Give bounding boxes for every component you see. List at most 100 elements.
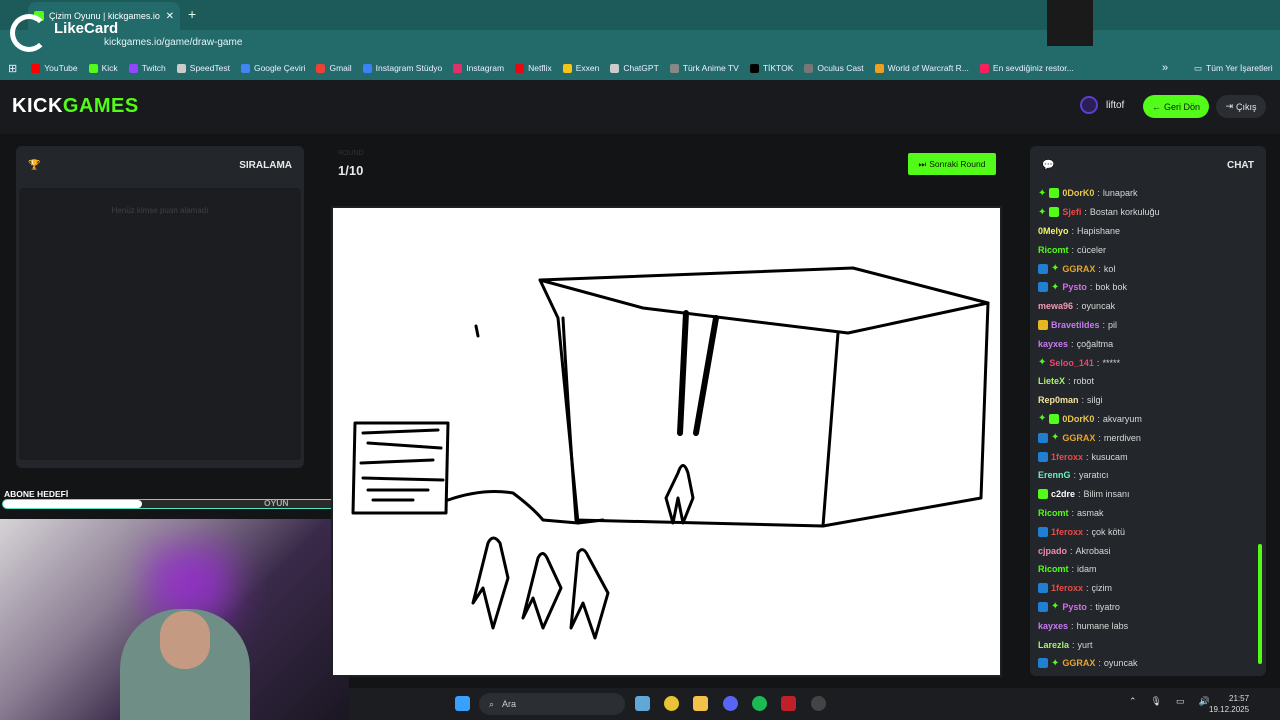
og-badge-icon: ✦ xyxy=(1038,187,1047,199)
bookmark-item[interactable]: Instagram Stüdyo xyxy=(362,63,443,73)
leaderboard-empty-text: Henüz kimse puan alamadı xyxy=(111,206,209,215)
chat-username[interactable]: kayxes xyxy=(1038,339,1068,349)
round-label: ROUND xyxy=(338,150,364,157)
chat-username[interactable]: 1feroxx xyxy=(1051,527,1083,537)
obs-app-icon[interactable] xyxy=(811,696,826,711)
chat-username[interactable]: Seloo_141 xyxy=(1049,358,1094,368)
chat-username[interactable]: c2dre xyxy=(1051,489,1075,499)
chat-message-list[interactable]: ✦ 0DorK0 : lunapark ✦ Sjefi : Bostan korkul… xyxy=(1030,184,1260,670)
chat-separator: : xyxy=(1070,545,1073,556)
webcam-overlay xyxy=(0,519,349,720)
bookmark-item[interactable]: Kick xyxy=(88,63,118,73)
bookmark-item[interactable]: YouTube xyxy=(31,63,78,73)
bookmark-favicon-icon xyxy=(240,63,250,73)
photos-app-icon[interactable] xyxy=(635,696,650,711)
chat-username[interactable]: Ricomt xyxy=(1038,564,1069,574)
discord-app-icon[interactable] xyxy=(723,696,738,711)
chat-message: 0Melyo : Hapishane xyxy=(1030,222,1260,241)
chat-separator: : xyxy=(1071,620,1074,631)
bookmark-label: World of Warcraft R... xyxy=(887,63,969,73)
chrome-app-icon[interactable] xyxy=(664,696,679,711)
stream-app-icon[interactable] xyxy=(781,696,796,711)
bookmark-item[interactable]: En sevdiğiniz restor... xyxy=(979,63,1074,73)
chat-text: oyuncak xyxy=(1103,658,1138,669)
bookmark-item[interactable]: ChatGPT xyxy=(610,63,659,73)
sub-badge-icon xyxy=(1038,451,1048,462)
chat-username[interactable]: 1feroxx xyxy=(1051,452,1083,462)
drawing-svg xyxy=(351,266,990,640)
bookmark-item[interactable]: Gmail xyxy=(316,63,352,73)
bookmark-item[interactable]: TİKTOK xyxy=(749,63,793,73)
chat-username[interactable]: GGRAX xyxy=(1062,658,1095,668)
chat-username[interactable]: mewa96 xyxy=(1038,301,1073,311)
chat-username[interactable]: Rep0man xyxy=(1038,395,1079,405)
chat-scrollbar[interactable] xyxy=(1258,184,1262,670)
subscriber-goal-overlay: ABONE HEDEFİ OYUN xyxy=(0,486,352,516)
og-badge-icon: ✦ xyxy=(1038,413,1047,425)
microphone-icon[interactable]: 🎙 xyxy=(1151,696,1162,707)
back-button[interactable]: ← Geri Dön xyxy=(1143,95,1209,118)
chat-separator: : xyxy=(1076,301,1079,312)
round-bar: ROUND 1/10 ⏭ Sonraki Round xyxy=(320,146,1012,194)
bookmark-item[interactable]: Türk Anime TV xyxy=(669,63,739,73)
all-bookmarks-folder[interactable]: ▭ Tüm Yer İşaretleri xyxy=(1194,63,1273,74)
chat-username[interactable]: Sjefi xyxy=(1062,207,1081,217)
chat-scroll-thumb[interactable] xyxy=(1258,544,1262,664)
bookmark-item[interactable]: SpeedTest xyxy=(176,63,230,73)
chat-title: CHAT xyxy=(1226,159,1254,171)
chat-separator: : xyxy=(1084,207,1087,218)
more-bookmarks-icon[interactable]: » xyxy=(1162,62,1168,74)
chat-username[interactable]: 0DorK0 xyxy=(1062,414,1094,424)
spotify-app-icon[interactable] xyxy=(752,696,767,711)
chat-message: ✦ GGRAX : kol xyxy=(1030,259,1260,278)
chat-username[interactable]: Ricomt xyxy=(1038,508,1069,518)
bookmark-label: YouTube xyxy=(44,63,78,73)
next-round-button[interactable]: ⏭ Sonraki Round xyxy=(908,153,996,175)
chat-separator: : xyxy=(1068,376,1071,387)
bookmark-item[interactable]: Instagram xyxy=(453,63,504,73)
drawing-box-left xyxy=(538,278,605,525)
apps-grid-icon[interactable]: ⊞ xyxy=(8,62,17,75)
windows-start-icon[interactable] xyxy=(455,696,470,711)
user-profile[interactable]: liftof xyxy=(1080,96,1124,114)
taskbar-search[interactable]: ⌕ Ara xyxy=(479,693,625,715)
chat-text: kol xyxy=(1103,263,1116,274)
chat-username[interactable]: Larezla xyxy=(1038,640,1069,650)
chat-message: Ricomt : asmak xyxy=(1030,504,1260,523)
chat-username[interactable]: Pysto xyxy=(1062,602,1087,612)
bookmark-item[interactable]: Netflix xyxy=(515,63,552,73)
chat-separator: : xyxy=(1098,263,1101,274)
chat-username[interactable]: LieteX xyxy=(1038,376,1065,386)
chat-username[interactable]: GGRAX xyxy=(1062,264,1095,274)
bookmark-item[interactable]: Exxen xyxy=(562,63,599,73)
close-tab-icon[interactable]: ✕ xyxy=(166,11,174,22)
kickgames-logo[interactable]: KICKGAMES xyxy=(12,95,139,118)
drawing-canvas[interactable] xyxy=(331,206,1002,677)
bookmark-item[interactable]: World of Warcraft R... xyxy=(874,63,969,73)
sub-badge-icon xyxy=(1038,432,1048,443)
file-explorer-icon[interactable] xyxy=(693,696,708,711)
taskbar-clock[interactable]: 21:57 19.12.2025 xyxy=(1209,693,1249,715)
chat-username[interactable]: 0Melyo xyxy=(1038,226,1069,236)
new-tab-icon[interactable]: + xyxy=(188,6,196,22)
bookmark-item[interactable]: Twitch xyxy=(128,63,166,73)
bookmark-item[interactable]: Google Çeviri xyxy=(240,63,305,73)
chat-username[interactable]: 0DorK0 xyxy=(1062,188,1094,198)
chat-text: akvaryum xyxy=(1102,413,1142,424)
tray-chevron-icon[interactable]: ⌃ xyxy=(1129,696,1137,707)
chat-username[interactable]: Pysto xyxy=(1062,282,1087,292)
chat-username[interactable]: ErennG xyxy=(1038,470,1071,480)
bookmark-favicon-icon xyxy=(128,63,138,73)
chat-username[interactable]: 1feroxx xyxy=(1051,583,1083,593)
chat-username[interactable]: cjpado xyxy=(1038,546,1067,556)
exit-button[interactable]: ⇥ Çıkış xyxy=(1216,95,1266,118)
og-badge-icon: ✦ xyxy=(1051,263,1060,275)
all-bookmarks-label: Tüm Yer İşaretleri xyxy=(1206,63,1273,73)
chat-username[interactable]: GGRAX xyxy=(1062,433,1095,443)
chat-username[interactable]: Bravetildes xyxy=(1051,320,1100,330)
chat-username[interactable]: Ricomt xyxy=(1038,245,1069,255)
chat-username[interactable]: kayxes xyxy=(1038,621,1068,631)
bookmark-item[interactable]: Oculus Cast xyxy=(804,63,864,73)
network-icon[interactable]: ▭ xyxy=(1176,696,1185,707)
bookmark-label: Instagram Stüdyo xyxy=(375,63,443,73)
